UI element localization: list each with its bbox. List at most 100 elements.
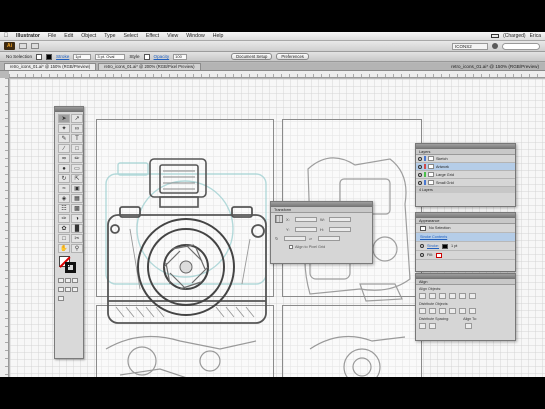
pen-tool-icon[interactable]: ✎ bbox=[58, 134, 70, 143]
align-left-icon[interactable] bbox=[419, 293, 426, 299]
stroke-color-swatch[interactable] bbox=[442, 243, 449, 249]
blob-brush-tool-icon[interactable]: ● bbox=[58, 164, 70, 173]
free-transform-tool-icon[interactable]: ▣ bbox=[71, 184, 83, 193]
distribute-spacing-h-icon[interactable] bbox=[429, 323, 436, 329]
fill-stroke-control[interactable] bbox=[59, 256, 83, 276]
gradient-tool-icon[interactable]: ▩ bbox=[71, 204, 83, 213]
height-field[interactable] bbox=[329, 227, 351, 232]
user-name[interactable]: Erica bbox=[530, 33, 541, 39]
cs-live-icon[interactable] bbox=[492, 43, 498, 49]
pencil-tool-icon[interactable]: ✏ bbox=[71, 154, 83, 163]
menu-effect[interactable]: Effect bbox=[142, 33, 163, 39]
align-to-selection-icon[interactable] bbox=[465, 323, 472, 329]
horizontal-ruler[interactable] bbox=[9, 71, 545, 78]
distribute-bottom-icon[interactable] bbox=[439, 308, 446, 314]
stroke-link[interactable]: Stroke bbox=[56, 54, 69, 59]
menu-edit[interactable]: Edit bbox=[60, 33, 77, 39]
layer-name[interactable]: Small Grid bbox=[436, 181, 454, 185]
shear-field[interactable] bbox=[318, 236, 340, 241]
align-center-h-icon[interactable] bbox=[429, 293, 436, 299]
scale-tool-icon[interactable]: ⇱ bbox=[71, 174, 83, 183]
align-top-icon[interactable] bbox=[449, 293, 456, 299]
stroke-swatch[interactable] bbox=[46, 53, 53, 60]
vertical-ruler[interactable] bbox=[0, 78, 9, 377]
layer-name[interactable]: Artwork bbox=[436, 165, 449, 169]
workspace-switcher[interactable]: ICONS2 bbox=[452, 42, 488, 50]
eraser-tool-icon[interactable]: ▭ bbox=[71, 164, 83, 173]
shape-builder-tool-icon[interactable]: ◈ bbox=[58, 194, 70, 203]
stroke-weight-field[interactable]: 1pt bbox=[73, 53, 92, 60]
align-to-pixel-grid-checkbox[interactable] bbox=[289, 245, 293, 249]
distribute-top-icon[interactable] bbox=[419, 308, 426, 314]
menu-view[interactable]: View bbox=[163, 33, 182, 39]
fill-none-swatch[interactable] bbox=[435, 252, 442, 258]
layer-row[interactable]: Large Grid bbox=[416, 171, 515, 179]
brush-definition-field[interactable]: 3 pt. Oval bbox=[95, 53, 126, 60]
perspective-grid-tool-icon[interactable]: ▦ bbox=[71, 194, 83, 203]
none-mode-icon[interactable] bbox=[72, 278, 78, 283]
search-field[interactable] bbox=[502, 42, 540, 50]
selection-tool-icon[interactable]: ➤ bbox=[58, 114, 70, 123]
align-right-icon[interactable] bbox=[439, 293, 446, 299]
distribute-center-h-icon[interactable] bbox=[459, 308, 466, 314]
mesh-tool-icon[interactable]: ☷ bbox=[58, 204, 70, 213]
line-tool-icon[interactable]: ∕ bbox=[58, 144, 70, 153]
paintbrush-tool-icon[interactable]: ≂ bbox=[58, 154, 70, 163]
visibility-eye-icon[interactable] bbox=[418, 156, 422, 161]
fill-label[interactable]: Fill: bbox=[427, 253, 433, 257]
layer-row[interactable]: Small Grid bbox=[416, 179, 515, 187]
tab-retro-icons-150[interactable]: retro_icons_01.ai* @ 150% (RGB/Preview) bbox=[4, 63, 97, 70]
direct-selection-tool-icon[interactable]: ↗ bbox=[71, 114, 83, 123]
menu-file[interactable]: File bbox=[44, 33, 60, 39]
menu-help[interactable]: Help bbox=[209, 33, 228, 39]
layer-row[interactable]: Sketch bbox=[416, 155, 515, 163]
eyedropper-tool-icon[interactable]: ✑ bbox=[58, 214, 70, 223]
warp-tool-icon[interactable]: ≈ bbox=[58, 184, 70, 193]
stroke-contents-link[interactable]: Stroke Contents bbox=[420, 235, 447, 239]
layer-name[interactable]: Large Grid bbox=[436, 173, 454, 177]
distribute-left-icon[interactable] bbox=[449, 308, 456, 314]
menu-select[interactable]: Select bbox=[120, 33, 142, 39]
document-setup-button[interactable]: Document Setup bbox=[231, 53, 273, 60]
gradient-mode-icon[interactable] bbox=[65, 278, 71, 283]
menu-illustrator[interactable]: Illustrator bbox=[12, 33, 44, 39]
blend-tool-icon[interactable]: ◑ bbox=[71, 214, 83, 223]
appearance-row-contents[interactable]: Stroke Contents bbox=[416, 233, 515, 242]
visibility-eye-icon[interactable] bbox=[418, 164, 422, 169]
apple-icon[interactable]:  bbox=[0, 33, 12, 39]
appearance-row-stroke[interactable]: Stroke: 1 pt bbox=[416, 242, 515, 251]
opacity-field[interactable]: 100 bbox=[173, 53, 188, 60]
lasso-tool-icon[interactable]: ∞ bbox=[71, 124, 83, 133]
menu-window[interactable]: Window bbox=[182, 33, 208, 39]
stroke-weight-value[interactable]: 1 pt bbox=[451, 244, 457, 248]
stroke-black-icon[interactable] bbox=[65, 262, 76, 273]
symbol-sprayer-tool-icon[interactable]: ✿ bbox=[58, 224, 70, 233]
rotate-tool-icon[interactable]: ↻ bbox=[58, 174, 70, 183]
tab-retro-icons-200[interactable]: retro_icons_01.ai* @ 200% (RGB/Pixel Pre… bbox=[98, 63, 201, 70]
visibility-eye-icon[interactable] bbox=[420, 244, 424, 248]
reference-point-icon[interactable] bbox=[275, 215, 283, 223]
distribute-center-v-icon[interactable] bbox=[429, 308, 436, 314]
style-swatch[interactable] bbox=[143, 53, 150, 60]
align-bottom-icon[interactable] bbox=[469, 293, 476, 299]
layer-name[interactable]: Sketch bbox=[436, 157, 448, 161]
fill-swatch[interactable] bbox=[36, 53, 43, 60]
appearance-row-fill[interactable]: Fill: bbox=[416, 251, 515, 260]
zoom-tool-icon[interactable]: ⚲ bbox=[71, 244, 83, 253]
x-field[interactable] bbox=[295, 216, 317, 222]
column-graph-tool-icon[interactable]: █ bbox=[71, 224, 83, 233]
magic-wand-tool-icon[interactable]: ✦ bbox=[58, 124, 70, 133]
opacity-link[interactable]: Opacity bbox=[154, 54, 170, 59]
draw-behind-icon[interactable] bbox=[65, 287, 71, 292]
screen-mode-icon[interactable] bbox=[58, 296, 64, 301]
width-field[interactable] bbox=[329, 216, 351, 222]
artboard-tool-icon[interactable]: □ bbox=[58, 234, 70, 243]
hand-tool-icon[interactable]: ✋ bbox=[58, 244, 70, 253]
align-center-v-icon[interactable] bbox=[459, 293, 466, 299]
distribute-spacing-v-icon[interactable] bbox=[419, 323, 426, 329]
visibility-eye-icon[interactable] bbox=[418, 172, 422, 177]
stroke-label[interactable]: Stroke: bbox=[427, 244, 439, 248]
visibility-eye-icon[interactable] bbox=[418, 180, 422, 185]
preferences-button[interactable]: Preferences bbox=[276, 53, 309, 60]
draw-inside-icon[interactable] bbox=[72, 287, 78, 292]
